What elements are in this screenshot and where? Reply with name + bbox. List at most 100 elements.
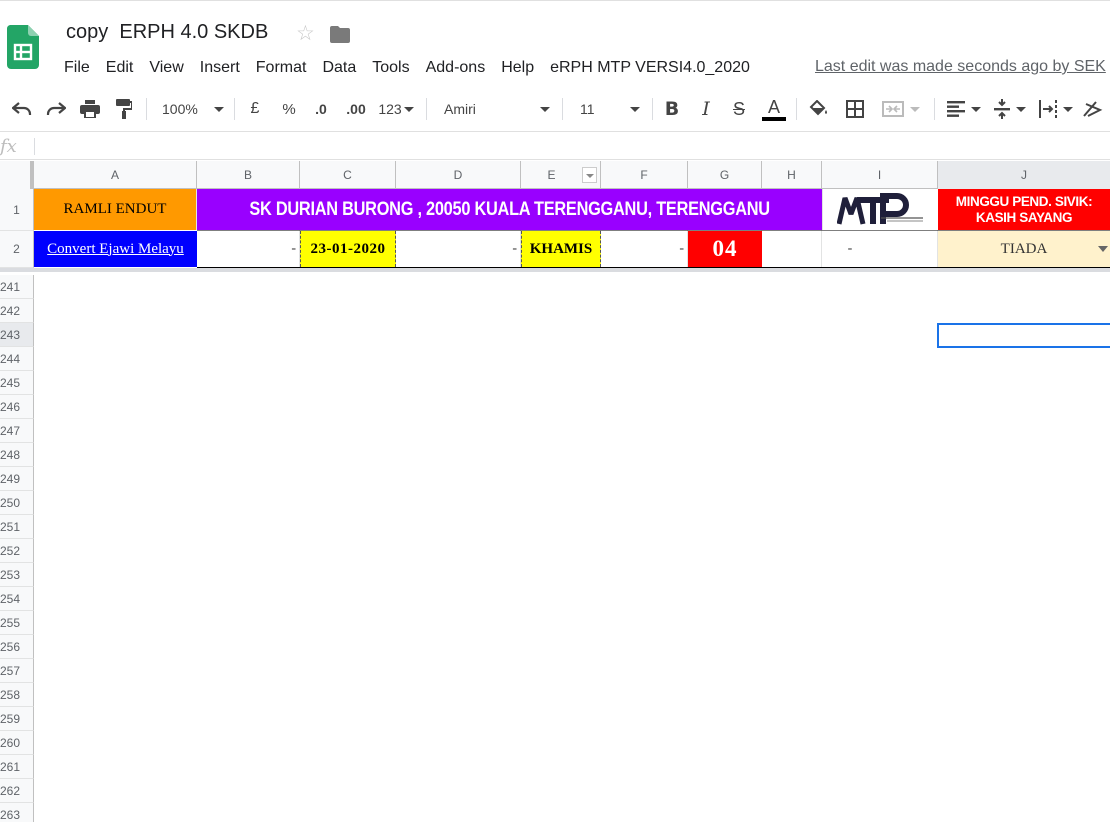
row-header[interactable]: 247	[0, 419, 34, 443]
menu-format[interactable]: Format	[248, 56, 315, 80]
paint-format-icon	[116, 99, 132, 119]
row-header[interactable]: 256	[0, 635, 34, 659]
text-rotate-button[interactable]	[1082, 96, 1110, 122]
format-percent-button[interactable]: %	[278, 96, 300, 122]
week-theme-line1: MINGGU PEND. SIVIK:	[955, 193, 1093, 209]
undo-button[interactable]	[10, 96, 34, 122]
row-header[interactable]: 246	[0, 395, 34, 419]
column-header-b[interactable]: B	[197, 161, 300, 189]
menu-erph-custom[interactable]: eRPH MTP VERSI4.0_2020	[542, 56, 758, 80]
active-cell-selection[interactable]	[937, 323, 1110, 348]
column-header-c[interactable]: C	[300, 161, 396, 189]
star-icon[interactable]: ☆	[296, 21, 315, 47]
vertical-align-button[interactable]	[990, 96, 1030, 122]
cell-j2-dropdown[interactable]: TIADA	[938, 231, 1110, 267]
row-header[interactable]: 244	[0, 347, 34, 371]
row-header[interactable]: 253	[0, 563, 34, 587]
print-button[interactable]	[78, 96, 102, 122]
horizontal-align-button[interactable]	[944, 96, 984, 122]
dropdown-arrow-icon[interactable]	[1098, 246, 1108, 252]
row-header[interactable]: 260	[0, 731, 34, 755]
sheets-logo-icon[interactable]	[7, 25, 39, 69]
column-header-j[interactable]: J	[938, 161, 1110, 189]
menu-file[interactable]: File	[56, 56, 98, 80]
cell-i2[interactable]: -	[762, 231, 938, 267]
row-header[interactable]: 262	[0, 779, 34, 803]
format-currency-button[interactable]: £	[244, 96, 266, 122]
row-header[interactable]: 261	[0, 755, 34, 779]
cell-i1-logo[interactable]	[822, 189, 938, 230]
row-header[interactable]: 255	[0, 611, 34, 635]
font-size-select[interactable]: 11	[574, 96, 644, 122]
cell-j1-week-theme[interactable]: MINGGU PEND. SIVIK: KASIH SAYANG	[938, 189, 1110, 230]
row-header-1[interactable]: 1	[0, 189, 34, 231]
strikethrough-icon: S	[732, 98, 745, 119]
column-header-g[interactable]: G	[688, 161, 762, 189]
row-header[interactable]: 248	[0, 443, 34, 467]
text-wrap-button[interactable]	[1036, 96, 1076, 122]
menu-insert[interactable]: Insert	[192, 56, 248, 80]
row-header[interactable]: 250	[0, 491, 34, 515]
paint-format-button[interactable]	[112, 96, 136, 122]
cell-c2-date[interactable]: 23-01-2020	[300, 231, 396, 267]
increase-decimal-button[interactable]: .00	[342, 96, 370, 122]
column-header-e[interactable]: E	[521, 161, 601, 189]
row-header[interactable]: 242	[0, 299, 34, 323]
cell-d2[interactable]: -	[396, 231, 521, 267]
column-header-d[interactable]: D	[396, 161, 521, 189]
cell-b2[interactable]: -	[197, 231, 300, 267]
row-header[interactable]: 252	[0, 539, 34, 563]
row-header[interactable]: 243	[0, 323, 34, 347]
more-formats-label: 123	[378, 101, 402, 117]
more-formats-button[interactable]: 123	[376, 96, 416, 122]
cell-e2-day[interactable]: KHAMIS	[521, 231, 601, 267]
menu-view[interactable]: View	[141, 56, 191, 80]
row-header[interactable]: 249	[0, 467, 34, 491]
strikethrough-button[interactable]: S	[727, 96, 751, 122]
column-header-f[interactable]: F	[601, 161, 688, 189]
cell-g2-week-number[interactable]: 04	[688, 231, 762, 267]
column-header-i[interactable]: I	[822, 161, 938, 189]
frozen-rows-divider[interactable]	[0, 268, 1110, 272]
select-all-corner[interactable]	[0, 161, 34, 189]
menu-addons[interactable]: Add-ons	[418, 56, 494, 80]
cell-a2-convert-ejawi-link[interactable]: Convert Ejawi Melayu	[34, 231, 197, 267]
zoom-select[interactable]: 100%	[158, 96, 228, 122]
cell-b1-school-name[interactable]: SK DURIAN BURONG , 20050 KUALA TERENGGAN…	[197, 189, 822, 230]
cell-f2[interactable]: -	[601, 231, 688, 267]
menu-tools[interactable]: Tools	[364, 56, 417, 80]
text-color-swatch	[762, 116, 786, 121]
font-family-select[interactable]: Amiri	[438, 96, 554, 122]
borders-icon	[846, 100, 864, 118]
menu-help[interactable]: Help	[493, 56, 542, 80]
fill-color-button[interactable]	[806, 96, 832, 122]
formula-input[interactable]	[40, 137, 1100, 156]
row-header[interactable]: 241	[0, 275, 34, 299]
cell-a1-teacher-name[interactable]: RAMLI ENDUT	[34, 189, 197, 230]
row-header[interactable]: 251	[0, 515, 34, 539]
column-header-a[interactable]: A	[34, 161, 197, 189]
menu-data[interactable]: Data	[314, 56, 364, 80]
horizontal-align-icon	[947, 101, 965, 117]
row-header[interactable]: 257	[0, 659, 34, 683]
row-header-2[interactable]: 2	[0, 231, 34, 268]
last-edit-link[interactable]: Last edit was made seconds ago by SEK	[815, 58, 1106, 76]
column-header-e-label: E	[547, 168, 556, 182]
row-header[interactable]: 258	[0, 683, 34, 707]
merge-cells-button[interactable]	[878, 96, 924, 122]
italic-button[interactable]: I	[694, 96, 718, 122]
folder-icon[interactable]	[330, 26, 350, 43]
menu-edit[interactable]: Edit	[98, 56, 142, 80]
row-header[interactable]: 245	[0, 371, 34, 395]
filter-icon[interactable]	[582, 167, 597, 183]
text-color-button[interactable]: A	[760, 96, 788, 122]
row-header[interactable]: 259	[0, 707, 34, 731]
borders-button[interactable]	[842, 96, 868, 122]
column-header-h[interactable]: H	[762, 161, 822, 189]
row-header[interactable]: 254	[0, 587, 34, 611]
decrease-decimal-button[interactable]: .0	[308, 96, 334, 122]
bold-button[interactable]: B	[660, 96, 684, 122]
row-header[interactable]: 263	[0, 803, 34, 822]
redo-button[interactable]	[44, 96, 68, 122]
document-title[interactable]: copy ERPH 4.0 SKDB	[66, 21, 268, 44]
